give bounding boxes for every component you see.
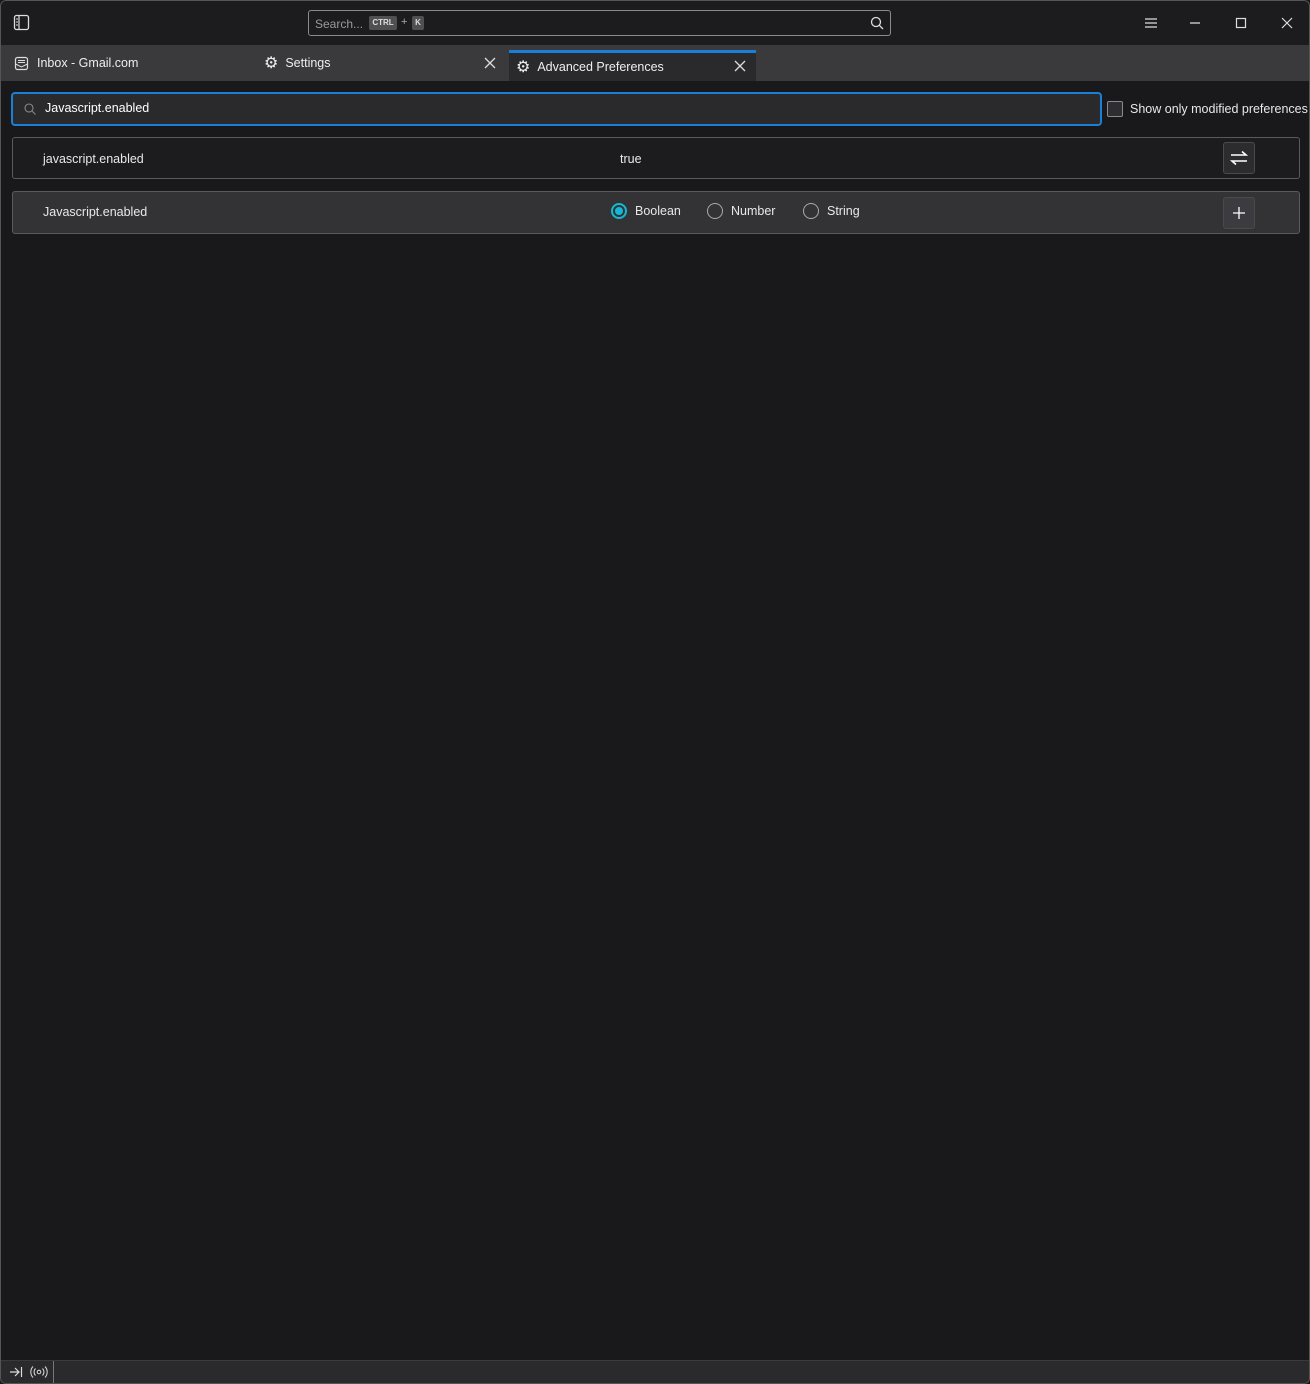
tab-bar: Inbox - Gmail.com ⚙ Settings ⚙ Advanced …	[1, 45, 1309, 81]
search-placeholder: Search...	[315, 17, 364, 31]
new-preference-row: Javascript.enabled Boolean Number String	[12, 191, 1300, 234]
tab-label: Settings	[285, 56, 331, 70]
tab-inbox[interactable]: Inbox - Gmail.com	[1, 45, 253, 81]
search-icon[interactable]	[870, 16, 884, 30]
preference-row: javascript.enabled true	[12, 137, 1300, 179]
browser-window: Search... CTRL + K Inbox - Gmail.com ⚙ S…	[0, 0, 1310, 1384]
kbd-k: K	[412, 16, 424, 30]
kbd-plus: +	[401, 16, 408, 28]
minimize-icon[interactable]	[1185, 13, 1205, 33]
radio-number[interactable]: Number	[707, 203, 775, 219]
maximize-icon[interactable]	[1231, 13, 1251, 33]
radio-label: Number	[731, 204, 776, 218]
gear-icon: ⚙	[516, 59, 531, 76]
close-tab-icon[interactable]	[734, 60, 746, 72]
preference-value: true	[620, 152, 642, 166]
radio-circle[interactable]	[803, 203, 819, 219]
radio-string[interactable]: String	[803, 203, 860, 219]
broadcast-icon[interactable]	[30, 1365, 48, 1379]
show-modified-label[interactable]: Show only modified preferences	[1130, 102, 1308, 116]
radio-circle[interactable]	[707, 203, 723, 219]
toggle-button[interactable]	[1223, 142, 1255, 174]
status-divider	[53, 1361, 54, 1383]
preference-search-input[interactable]	[45, 101, 1045, 115]
preference-name: javascript.enabled	[43, 152, 144, 166]
search-icon	[24, 103, 36, 115]
tab-label: Inbox - Gmail.com	[37, 56, 139, 70]
radio-label: Boolean	[635, 204, 681, 218]
close-window-icon[interactable]	[1277, 13, 1297, 33]
new-preference-name: Javascript.enabled	[43, 205, 148, 219]
close-tab-icon[interactable]	[484, 57, 496, 69]
address-search-bar[interactable]: Search... CTRL + K	[308, 10, 891, 36]
tab-label: Advanced Preferences	[537, 60, 664, 74]
menu-icon[interactable]	[1141, 13, 1161, 33]
radio-boolean[interactable]: Boolean	[611, 203, 681, 219]
panel-expand-icon[interactable]	[9, 1366, 23, 1378]
toggle-arrows-icon	[1230, 150, 1248, 166]
radio-circle[interactable]	[611, 203, 627, 219]
tab-settings[interactable]: ⚙ Settings	[253, 45, 507, 81]
kbd-ctrl: CTRL	[369, 16, 397, 30]
preference-search-box[interactable]	[11, 92, 1102, 126]
gear-icon: ⚙	[264, 55, 279, 72]
plus-icon	[1233, 207, 1245, 219]
sidebar-toggle-icon[interactable]	[13, 14, 30, 31]
tab-advanced-preferences[interactable]: ⚙ Advanced Preferences	[509, 50, 756, 81]
status-bar	[1, 1360, 1309, 1383]
add-preference-button[interactable]	[1223, 197, 1255, 229]
show-modified-checkbox[interactable]	[1107, 101, 1123, 117]
title-bar: Search... CTRL + K	[1, 1, 1309, 45]
radio-label: String	[827, 204, 860, 218]
mail-icon	[14, 56, 29, 70]
